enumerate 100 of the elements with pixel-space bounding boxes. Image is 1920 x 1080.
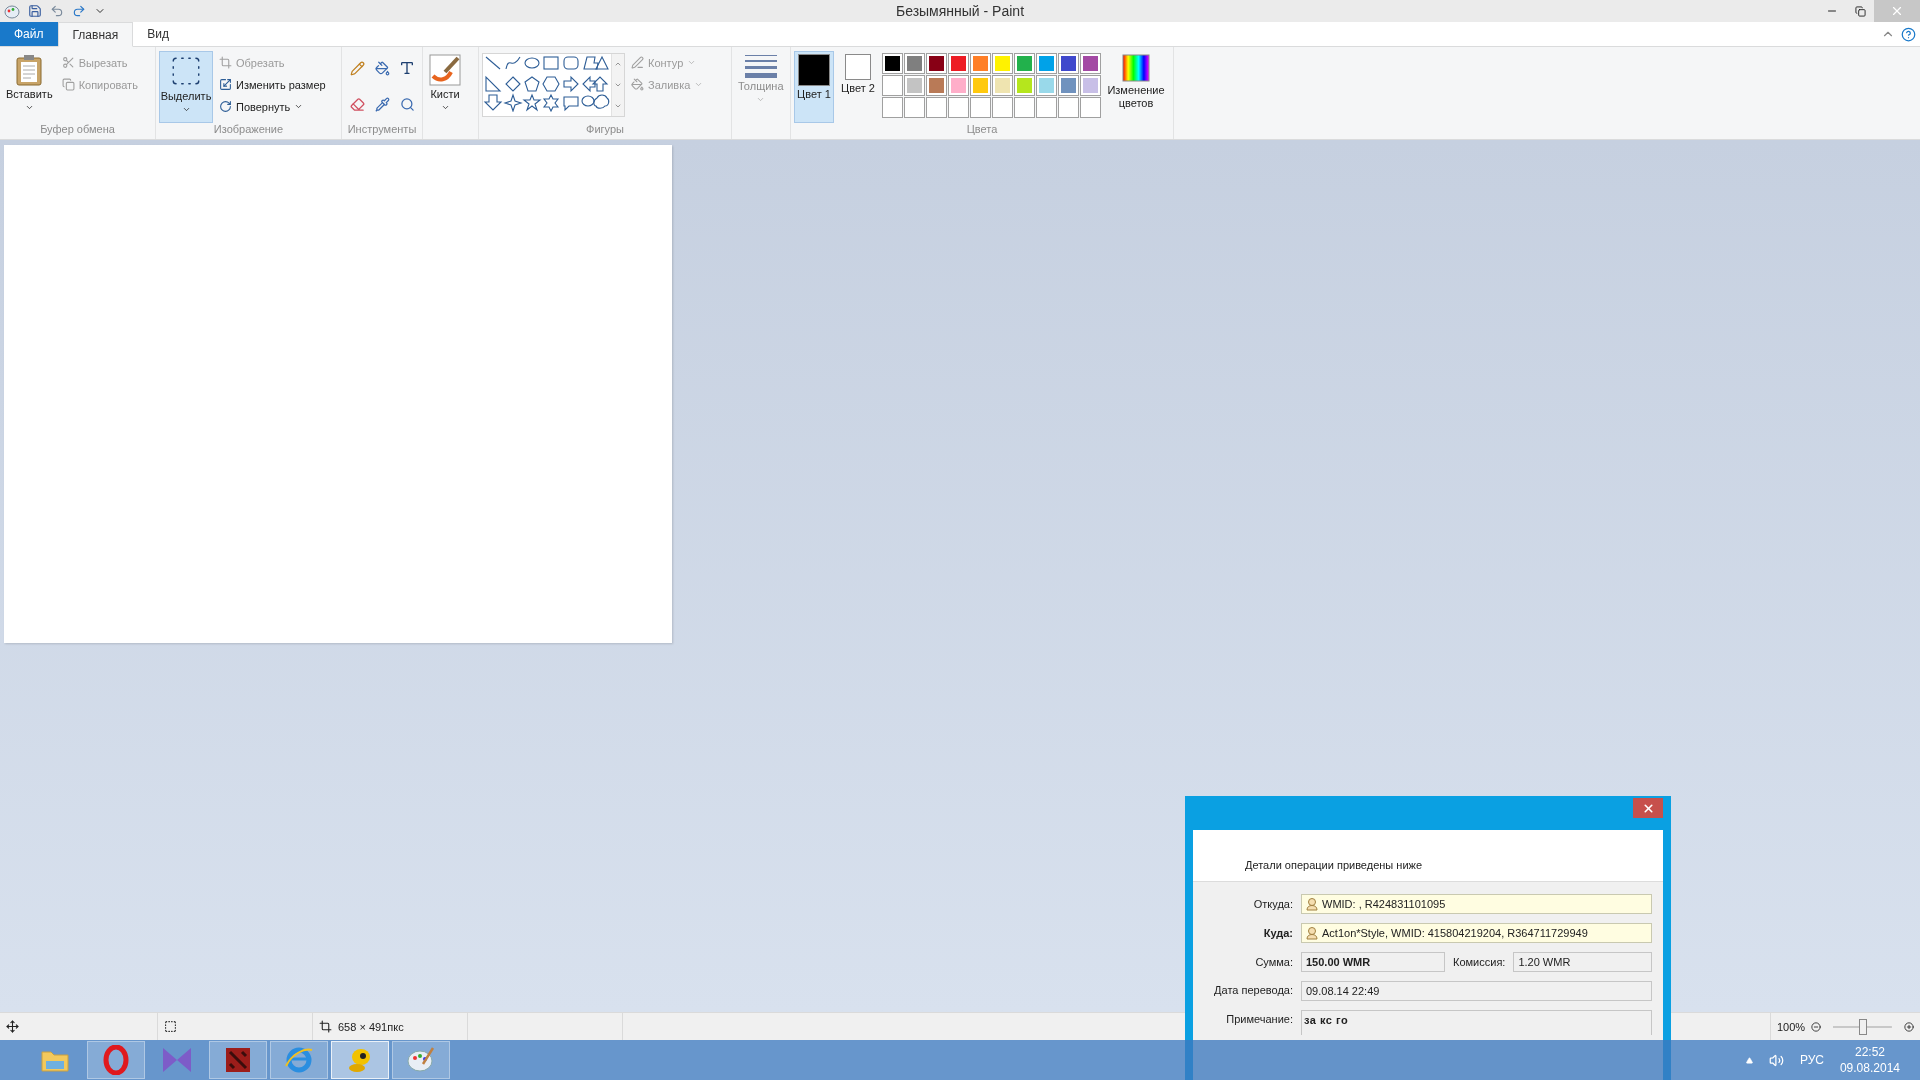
zoom-level-text: 100% — [1777, 1020, 1806, 1033]
palette-swatch[interactable] — [926, 75, 947, 96]
paint-bucket-icon — [374, 60, 390, 76]
ring-icon — [103, 1045, 129, 1075]
close-icon — [1890, 4, 1904, 18]
undo-icon[interactable] — [50, 4, 64, 18]
clock-time: 22:52 — [1854, 1044, 1885, 1060]
field-label: Откуда: — [1252, 898, 1293, 910]
palette-swatch[interactable] — [904, 75, 925, 96]
group-label: Изображение — [212, 123, 285, 137]
scissors-icon — [61, 56, 75, 69]
copy-icon — [61, 78, 75, 91]
palette-swatch[interactable] — [992, 75, 1013, 96]
person-icon — [1306, 926, 1318, 940]
field-label: Сумма: — [1254, 956, 1293, 968]
palette-swatch[interactable] — [926, 53, 947, 74]
note-field: за кс го — [1301, 1010, 1652, 1035]
caret-icon — [181, 105, 191, 114]
palette-swatch[interactable] — [882, 53, 903, 74]
canvas-size-text: 658 × 491пкс — [338, 1020, 404, 1033]
zoom-out-icon[interactable] — [1811, 1019, 1822, 1034]
close-button[interactable] — [1633, 798, 1663, 818]
pencil-icon — [349, 60, 365, 76]
ribbon-tab[interactable]: Главная — [57, 22, 134, 47]
brush-icon — [429, 54, 461, 86]
palette-swatch[interactable] — [1036, 75, 1057, 96]
resize-icon — [219, 78, 232, 91]
caret-icon — [24, 103, 34, 112]
save-icon[interactable] — [28, 4, 42, 18]
help-icon[interactable] — [1901, 26, 1916, 42]
palette-icon[interactable] — [4, 3, 20, 19]
letter-icon — [399, 60, 415, 76]
zoom-in-icon[interactable] — [1903, 1019, 1914, 1034]
resize-button[interactable]: Изменить размер — [217, 75, 328, 94]
ribbon-tab[interactable]: Вид — [133, 22, 183, 46]
group-label: Буфер обмена — [39, 123, 116, 137]
line-widths-icon — [744, 54, 777, 78]
speaker-icon[interactable] — [1768, 1052, 1784, 1068]
person-icon — [1306, 897, 1318, 911]
palette-icon — [406, 1046, 436, 1074]
game-icon — [224, 1046, 252, 1074]
eraser-icon — [349, 96, 365, 112]
caret-icon — [440, 103, 450, 112]
palette-swatch[interactable] — [1058, 75, 1079, 96]
color-1-button[interactable]: Цвет 1 — [794, 51, 834, 123]
caret-icon — [687, 58, 697, 67]
palette-swatch[interactable] — [970, 53, 991, 74]
group-label: Инструменты — [346, 123, 418, 137]
edit-colors-button[interactable]: Изменение цветов — [1105, 51, 1167, 123]
caret-icon — [294, 102, 304, 111]
redo-icon[interactable] — [72, 4, 86, 18]
close-icon — [1641, 801, 1655, 815]
palette-swatch[interactable] — [992, 53, 1013, 74]
caret-icon — [614, 81, 622, 89]
group-label: Цвета — [965, 123, 999, 137]
pipette-icon — [374, 96, 390, 112]
date-field: 09.08.14 22:49 — [1301, 981, 1652, 1001]
field-label: Куда: — [1262, 927, 1293, 939]
restore-icon — [1854, 5, 1866, 17]
brushes-button[interactable]: Кисти — [426, 51, 464, 123]
selection-size-icon — [164, 1020, 177, 1033]
field-label: Комиссия: — [1453, 956, 1506, 968]
paint-bucket-icon — [631, 78, 644, 91]
clipboard-icon — [14, 54, 45, 86]
palette-swatch[interactable] — [1014, 75, 1035, 96]
clock-date: 09.08.2014 — [1839, 1060, 1900, 1076]
palette-swatch[interactable] — [882, 75, 903, 96]
taskbar-button[interactable] — [209, 1041, 267, 1079]
palette-swatch[interactable] — [1014, 53, 1035, 74]
rotate-button[interactable]: Повернуть — [217, 97, 328, 116]
palette-swatch[interactable] — [1080, 53, 1101, 74]
rotate-icon — [219, 100, 232, 113]
fee-field: 1.20 WMR — [1513, 952, 1652, 972]
bowtie-icon — [161, 1046, 193, 1074]
palette-swatch[interactable] — [1058, 53, 1079, 74]
paste-button[interactable]: Вставить — [3, 51, 56, 123]
globe-e-icon — [284, 1046, 314, 1074]
palette-swatch[interactable] — [970, 75, 991, 96]
field-label: Дата перевода: — [1213, 983, 1293, 996]
recipient-field: Act1on*Style, WMID: 415804219204, R364711729949 — [1301, 923, 1652, 943]
group-label: Фигуры — [585, 123, 625, 137]
color-2-button[interactable]: Цвет 2 — [838, 51, 878, 123]
palette-swatch[interactable] — [948, 53, 969, 74]
magnifier-icon — [399, 96, 415, 112]
palette-swatch[interactable] — [904, 53, 925, 74]
show-hidden-icons-icon[interactable] — [1745, 1056, 1753, 1064]
select-button[interactable]: Выделить — [159, 51, 213, 123]
sender-field: WMID: , R424831101095 — [1301, 894, 1652, 914]
caret-icon — [694, 80, 704, 89]
palette-swatch[interactable] — [948, 75, 969, 96]
palette-swatch[interactable] — [1036, 53, 1057, 74]
spectrum-icon — [1122, 54, 1150, 82]
ribbon-tab[interactable]: Файл — [0, 22, 58, 46]
caret-icon — [756, 95, 766, 104]
pen-icon — [631, 56, 644, 69]
shape-gallery-drawing[interactable] — [483, 54, 611, 112]
canvas-size-icon — [319, 1020, 332, 1033]
palette-swatch[interactable] — [1080, 75, 1101, 96]
crop-icon — [219, 56, 232, 69]
amount-field: 150.00 WMR — [1301, 952, 1445, 972]
